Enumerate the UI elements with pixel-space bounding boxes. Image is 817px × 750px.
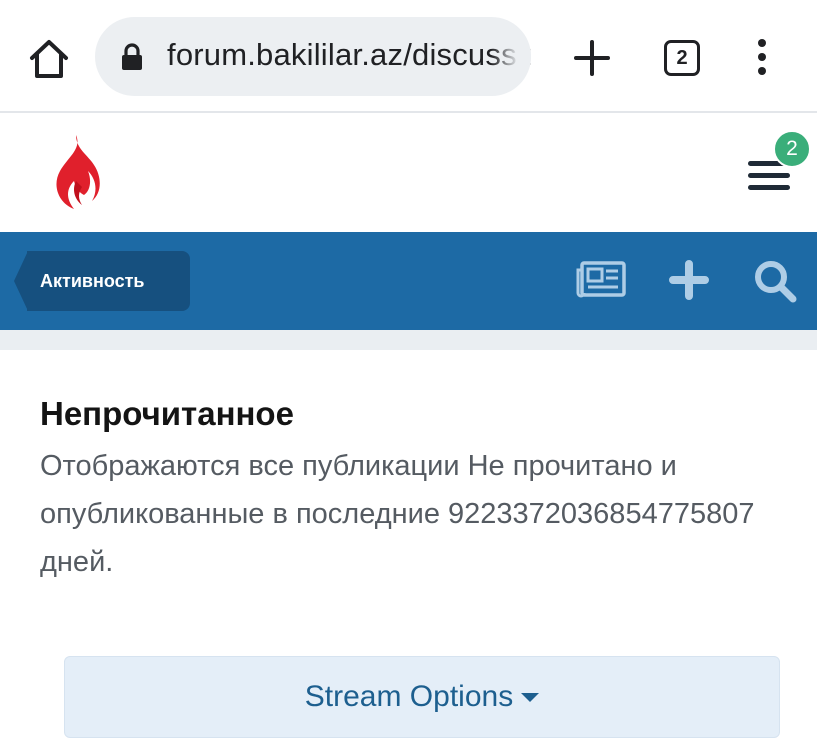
url-fade bbox=[491, 17, 531, 96]
home-icon[interactable] bbox=[26, 36, 72, 82]
forum-nav-bar: Активность bbox=[0, 232, 817, 330]
stream-options-label: Stream Options bbox=[304, 680, 514, 713]
page-description: Отображаются все публикации Не прочитано… bbox=[40, 450, 755, 578]
stream-options-button[interactable]: Stream Options bbox=[64, 656, 780, 738]
plus-icon[interactable] bbox=[669, 260, 709, 305]
tab-switcher-button[interactable]: 2 bbox=[664, 40, 700, 76]
breadcrumb-label: Активность bbox=[40, 270, 145, 291]
main-content: Непрочитанное Отображаются все публикаци… bbox=[40, 392, 790, 586]
notification-badge: 2 bbox=[773, 130, 811, 168]
more-menu-icon[interactable] bbox=[752, 36, 772, 80]
search-icon[interactable] bbox=[752, 258, 798, 309]
newspaper-icon[interactable] bbox=[576, 260, 626, 305]
page-title: Непрочитанное bbox=[40, 395, 294, 432]
tab-count: 2 bbox=[676, 46, 688, 69]
site-header bbox=[0, 115, 817, 232]
new-tab-icon[interactable] bbox=[572, 38, 612, 78]
flame-logo-icon[interactable] bbox=[46, 133, 100, 211]
lock-icon bbox=[121, 43, 143, 71]
caret-down-icon bbox=[521, 692, 540, 702]
url-text[interactable]: forum.bakililar.az/discussions bbox=[167, 37, 531, 73]
address-bar[interactable]: forum.bakililar.az/discussions bbox=[95, 17, 531, 96]
browser-toolbar: forum.bakililar.az/discussions 2 bbox=[0, 0, 817, 113]
breadcrumb-activity[interactable]: Активность bbox=[14, 251, 190, 311]
nav-divider-band bbox=[0, 330, 817, 350]
